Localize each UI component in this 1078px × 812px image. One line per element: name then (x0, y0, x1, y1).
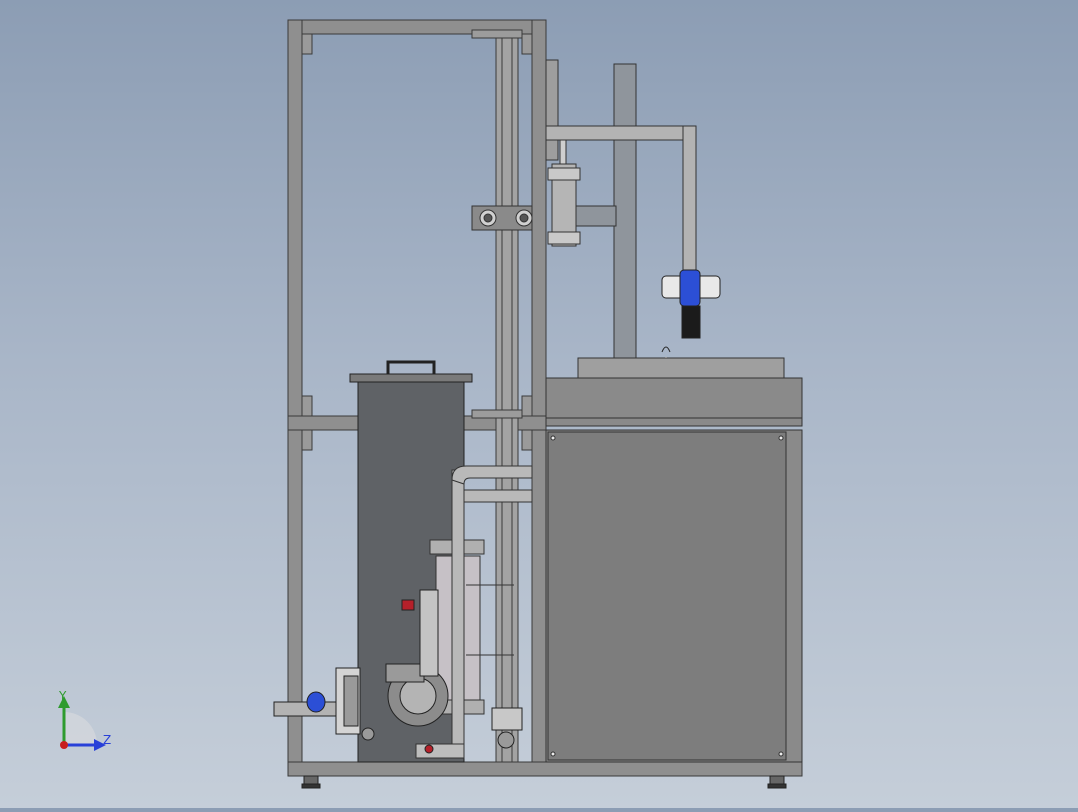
x-axis-dot (60, 741, 68, 749)
axis-triad: Y Z (58, 689, 111, 751)
worktable (545, 357, 803, 427)
cabinet (545, 429, 803, 763)
cad-viewport[interactable]: Y Z (0, 0, 1078, 808)
machine-drawing: Y Z (58, 19, 803, 789)
z-axis-label: Z (103, 733, 111, 747)
y-axis-label: Y (58, 689, 67, 703)
feet (301, 775, 787, 789)
bearing-block (471, 205, 533, 231)
